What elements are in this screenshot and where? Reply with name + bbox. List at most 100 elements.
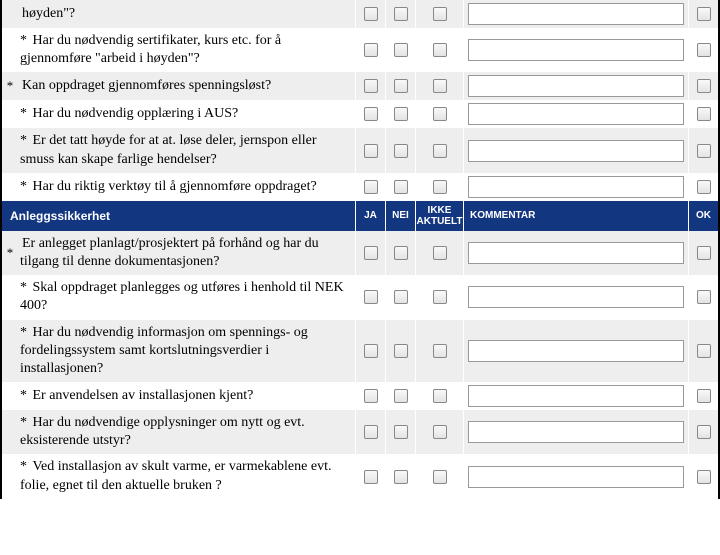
checkbox-nei[interactable] <box>394 7 408 21</box>
checkbox-nei[interactable] <box>394 389 408 403</box>
kommentar-input[interactable] <box>468 39 684 61</box>
checkbox-ikke-aktuelt[interactable] <box>433 425 447 439</box>
kommentar-input[interactable] <box>468 140 684 162</box>
checkbox-ikke-aktuelt[interactable] <box>433 79 447 93</box>
cell-ok <box>688 128 718 172</box>
checkbox-ok[interactable] <box>697 180 711 194</box>
section-title: Anleggssikkerhet <box>2 201 355 231</box>
checkbox-ok[interactable] <box>697 344 711 358</box>
row-star-marker <box>2 382 18 410</box>
question-text: * Har du nødvendige opplysninger om nytt… <box>18 410 355 454</box>
question-text: * Har du nødvendig opplæring i AUS? <box>18 100 355 128</box>
checkbox-ikke-aktuelt[interactable] <box>433 180 447 194</box>
cell-ja <box>355 454 385 498</box>
checkbox-ikke-aktuelt[interactable] <box>433 290 447 304</box>
question-label: Kan oppdraget gjennomføres spenningsløst… <box>22 78 271 93</box>
question-text: * Ved installasjon av skult varme, er va… <box>18 454 355 498</box>
cell-kommentar <box>463 128 688 172</box>
cell-nei <box>385 454 415 498</box>
checkbox-nei[interactable] <box>394 43 408 57</box>
checkbox-ikke-aktuelt[interactable] <box>433 246 447 260</box>
checkbox-nei[interactable] <box>394 246 408 260</box>
col-header-ok: OK <box>688 201 718 231</box>
checkbox-ja[interactable] <box>364 180 378 194</box>
question-label: Er anvendelsen av installasjonen kjent? <box>33 388 254 403</box>
kommentar-input[interactable] <box>468 286 684 308</box>
checkbox-ja[interactable] <box>364 290 378 304</box>
checkbox-nei[interactable] <box>394 79 408 93</box>
checkbox-ja[interactable] <box>364 79 378 93</box>
row-star-marker <box>2 128 18 172</box>
kommentar-input[interactable] <box>468 103 684 125</box>
checkbox-ja[interactable] <box>364 425 378 439</box>
cell-nei <box>385 28 415 72</box>
cell-nei <box>385 275 415 319</box>
checkbox-ok[interactable] <box>697 107 711 121</box>
question-row: * Har du nødvendige opplysninger om nytt… <box>2 410 718 454</box>
question-text: Er anlegget planlagt/prosjektert på forh… <box>18 231 355 275</box>
checkbox-ikke-aktuelt[interactable] <box>433 344 447 358</box>
checkbox-ikke-aktuelt[interactable] <box>433 43 447 57</box>
checkbox-ok[interactable] <box>697 43 711 57</box>
question-text: * Er anvendelsen av installasjonen kjent… <box>18 382 355 410</box>
checkbox-ok[interactable] <box>697 144 711 158</box>
kommentar-input[interactable] <box>468 176 684 198</box>
checkbox-ja[interactable] <box>364 43 378 57</box>
checkbox-nei[interactable] <box>394 290 408 304</box>
checkbox-ok[interactable] <box>697 246 711 260</box>
kommentar-input[interactable] <box>468 385 684 407</box>
checkbox-ja[interactable] <box>364 344 378 358</box>
checkbox-ok[interactable] <box>697 425 711 439</box>
checkbox-ok[interactable] <box>697 290 711 304</box>
cell-ja <box>355 128 385 172</box>
question-star-prefix: * <box>20 459 31 474</box>
checkbox-ok[interactable] <box>697 389 711 403</box>
kommentar-input[interactable] <box>468 466 684 488</box>
checkbox-ikke-aktuelt[interactable] <box>433 470 447 484</box>
checkbox-ja[interactable] <box>364 144 378 158</box>
checkbox-ja[interactable] <box>364 470 378 484</box>
question-text: * Har du riktig verktøy til å gjennomfør… <box>18 173 355 201</box>
question-label: Ved installasjon av skult varme, er varm… <box>20 459 331 492</box>
cell-ikke-aktuelt <box>415 410 463 454</box>
checkbox-nei[interactable] <box>394 425 408 439</box>
row-star-marker: * <box>2 72 18 100</box>
checkbox-nei[interactable] <box>394 180 408 194</box>
checkbox-ok[interactable] <box>697 470 711 484</box>
checkbox-ja[interactable] <box>364 107 378 121</box>
col-header-ja: JA <box>355 201 385 231</box>
checkbox-nei[interactable] <box>394 107 408 121</box>
checkbox-ja[interactable] <box>364 246 378 260</box>
question-star-prefix: * <box>20 179 31 194</box>
kommentar-input[interactable] <box>468 3 684 25</box>
cell-nei <box>385 410 415 454</box>
row-star-marker <box>2 454 18 498</box>
checkbox-nei[interactable] <box>394 470 408 484</box>
checkbox-ikke-aktuelt[interactable] <box>433 107 447 121</box>
section-header: AnleggssikkerhetJANEIIKKE AKTUELTKOMMENT… <box>2 201 718 231</box>
kommentar-input[interactable] <box>468 421 684 443</box>
checkbox-ikke-aktuelt[interactable] <box>433 144 447 158</box>
cell-nei <box>385 100 415 128</box>
cell-ok <box>688 0 718 28</box>
kommentar-input[interactable] <box>468 340 684 362</box>
question-row: * Er det tatt høyde for at at. løse dele… <box>2 128 718 172</box>
checkbox-ok[interactable] <box>697 7 711 21</box>
checkbox-ikke-aktuelt[interactable] <box>433 389 447 403</box>
checkbox-ja[interactable] <box>364 7 378 21</box>
checkbox-nei[interactable] <box>394 144 408 158</box>
question-label: høyden"? <box>22 6 75 21</box>
kommentar-input[interactable] <box>468 242 684 264</box>
question-star-prefix: * <box>20 388 31 403</box>
checkbox-ikke-aktuelt[interactable] <box>433 7 447 21</box>
kommentar-input[interactable] <box>468 75 684 97</box>
question-row: *Er anlegget planlagt/prosjektert på for… <box>2 231 718 275</box>
question-row: * Har du nødvendig opplæring i AUS? <box>2 100 718 128</box>
row-star-marker <box>2 100 18 128</box>
cell-ok <box>688 72 718 100</box>
checkbox-nei[interactable] <box>394 344 408 358</box>
checkbox-ok[interactable] <box>697 79 711 93</box>
checkbox-ja[interactable] <box>364 389 378 403</box>
cell-ja <box>355 72 385 100</box>
cell-ja <box>355 320 385 383</box>
